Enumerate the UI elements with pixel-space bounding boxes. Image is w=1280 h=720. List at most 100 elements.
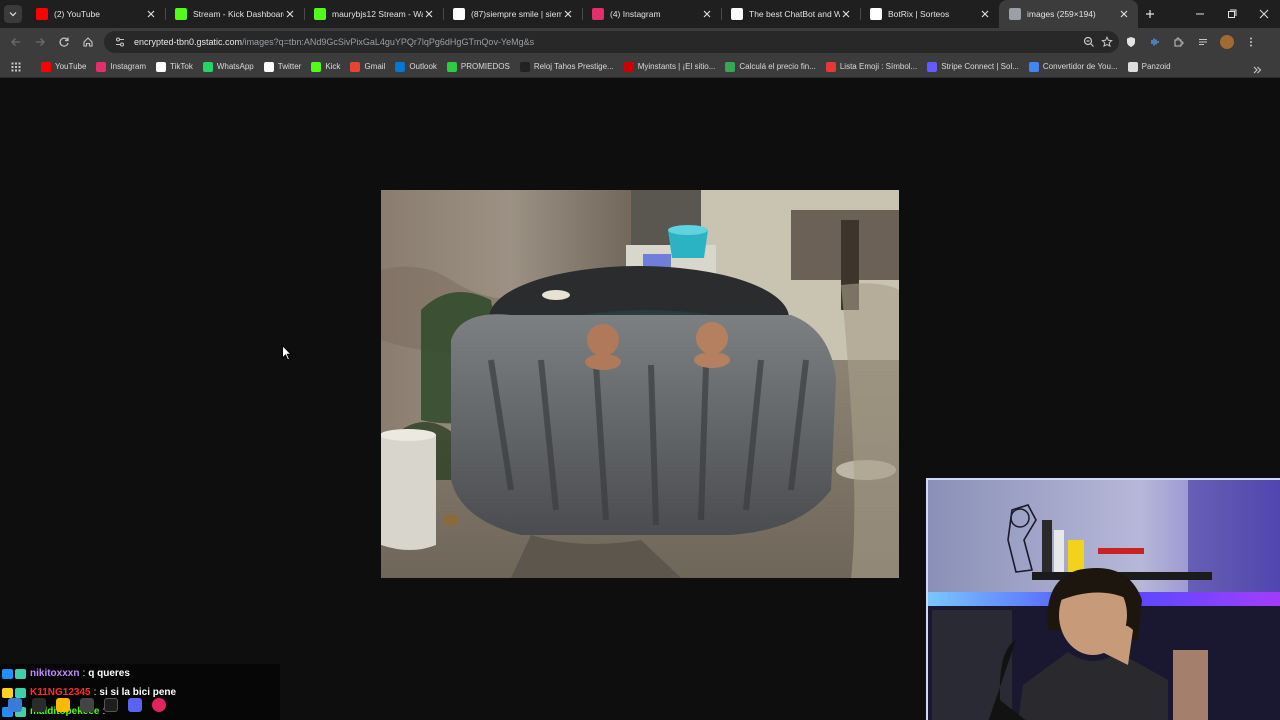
close-icon — [425, 10, 433, 18]
youtube-icon — [41, 61, 51, 72]
bookmark-item[interactable]: Calculá el precio fin... — [720, 56, 820, 78]
extension-button[interactable] — [1119, 30, 1143, 54]
discord-icon[interactable] — [128, 697, 142, 712]
windows-start-icon[interactable] — [8, 697, 22, 712]
close-icon — [147, 10, 155, 18]
bookmarks-bar: YouTube Instagram TikTok WhatsApp Twitter Kic… — [0, 56, 1280, 78]
bookmark-item[interactable]: Instagram — [91, 56, 151, 78]
bookmark-label: TikTok — [170, 62, 193, 71]
close-icon — [981, 10, 989, 18]
bookmark-item[interactable]: Kick — [306, 56, 345, 78]
tab-1[interactable]: Stream - Kick Dashboard — [165, 0, 304, 28]
browser-menu-button[interactable] — [1239, 30, 1263, 54]
watch-icon — [519, 61, 530, 72]
tab-7[interactable]: images (259×194) — [999, 0, 1138, 28]
close-icon — [1259, 9, 1269, 19]
chatbot-icon — [731, 8, 743, 20]
bookmark-label: Twitter — [277, 62, 302, 71]
file-explorer-icon[interactable] — [56, 697, 70, 712]
tab-2[interactable]: maurybjs12 Stream - Watch — [304, 0, 443, 28]
tab-0[interactable]: (2) YouTube — [26, 0, 165, 28]
chat-badge-icon — [2, 668, 13, 679]
address-bar-actions — [1083, 31, 1113, 53]
more-bookmarks-button[interactable] — [1252, 62, 1262, 80]
bookmark-item[interactable]: TikTok — [151, 56, 198, 78]
instagram-icon — [96, 61, 107, 72]
bookmark-item[interactable]: WhatsApp — [198, 56, 259, 78]
displayed-image — [381, 190, 899, 578]
gmail-icon — [350, 61, 361, 72]
tab-title: (4) Instagram — [610, 9, 661, 19]
address-bar[interactable]: encrypted-tbn0.gstatic.com/images?q=tbn:… — [104, 31, 1119, 53]
webcam-feed-image — [928, 480, 1280, 720]
extensions-menu-button[interactable] — [1167, 30, 1191, 54]
bookmark-label: Outlook — [409, 62, 437, 71]
tab-close-button[interactable] — [840, 8, 852, 20]
youtube-icon — [36, 8, 48, 20]
tab-close-button[interactable] — [145, 8, 157, 20]
bookmark-item[interactable]: PROMIEDOS — [442, 56, 515, 78]
bookmark-star-icon[interactable] — [1101, 36, 1113, 48]
bookmark-item[interactable]: Gmail — [345, 56, 390, 78]
arrow-right-icon — [36, 38, 45, 46]
tiktok-icon — [453, 8, 465, 20]
tab-search-menu-button[interactable] — [1191, 30, 1215, 54]
instagram-icon — [592, 8, 604, 20]
bookmark-item[interactable]: Twitter — [259, 56, 307, 78]
bookmark-item[interactable]: YouTube — [36, 56, 91, 78]
plus-icon — [1146, 10, 1154, 18]
outlook-icon — [395, 61, 406, 72]
apps-button[interactable] — [6, 56, 26, 78]
tab-close-button[interactable] — [1118, 8, 1130, 20]
pointer-icon — [282, 344, 293, 361]
bookmark-item[interactable]: Myinstants | ¡El sitio... — [619, 56, 721, 78]
close-icon — [842, 10, 850, 18]
home-button[interactable] — [76, 30, 100, 54]
close-window-button[interactable] — [1248, 0, 1280, 28]
tab-title: BotRix | Sorteos — [888, 9, 950, 19]
tab-search-button[interactable] — [0, 0, 26, 28]
tab-close-button[interactable] — [979, 8, 991, 20]
bookmark-item[interactable]: Convertidor de You... — [1024, 56, 1123, 78]
zoom-icon[interactable] — [1083, 36, 1095, 48]
forward-button[interactable] — [28, 30, 52, 54]
bookmark-item[interactable]: Stripe Connect | Sol... — [922, 56, 1024, 78]
bookmark-item[interactable]: Panzoid — [1123, 56, 1176, 78]
cloud-icon — [1028, 61, 1039, 72]
obs-icon[interactable] — [104, 697, 118, 712]
minimize-button[interactable] — [1184, 0, 1216, 28]
media-player-icon[interactable] — [152, 697, 166, 712]
bookmark-item[interactable]: Lista Emoji : Símbol... — [821, 56, 922, 78]
kick-icon — [311, 61, 322, 72]
profile-button[interactable] — [1215, 30, 1239, 54]
x-icon — [263, 61, 274, 72]
tab-close-button[interactable] — [423, 8, 435, 20]
bookmark-label: PROMIEDOS — [460, 62, 510, 71]
tab-4[interactable]: (4) Instagram — [582, 0, 721, 28]
back-button[interactable] — [4, 30, 28, 54]
home-icon — [83, 37, 93, 47]
tab-close-button[interactable] — [701, 8, 713, 20]
tab-close-button[interactable] — [284, 8, 296, 20]
tab-5[interactable]: The best ChatBot and Widg — [721, 0, 860, 28]
settings-icon[interactable] — [80, 697, 94, 712]
restore-icon — [1228, 9, 1237, 18]
site-info-icon[interactable] — [114, 36, 126, 48]
bookmark-item[interactable]: Reloj Tahos Prestige... — [515, 56, 619, 78]
reload-button[interactable] — [52, 30, 76, 54]
chat-text: q queres — [88, 668, 130, 679]
new-tab-button[interactable] — [1138, 0, 1162, 28]
tab-title: Stream - Kick Dashboard — [193, 9, 284, 19]
tab-3[interactable]: (87)siempre smile | siempre — [443, 0, 582, 28]
extension-button[interactable] — [1143, 30, 1167, 54]
bookmark-item[interactable]: Outlook — [390, 56, 442, 78]
bookmark-list: YouTube Instagram TikTok WhatsApp Twitter Kic… — [36, 56, 1176, 78]
tab-6[interactable]: BotRix | Sorteos — [860, 0, 999, 28]
kick-icon — [175, 8, 187, 20]
restore-button[interactable] — [1216, 0, 1248, 28]
search-icon[interactable] — [32, 697, 46, 712]
chevron-double-right-icon — [1253, 66, 1262, 74]
tab-close-button[interactable] — [562, 8, 574, 20]
avatar — [1220, 35, 1234, 49]
taskbar — [0, 689, 926, 720]
